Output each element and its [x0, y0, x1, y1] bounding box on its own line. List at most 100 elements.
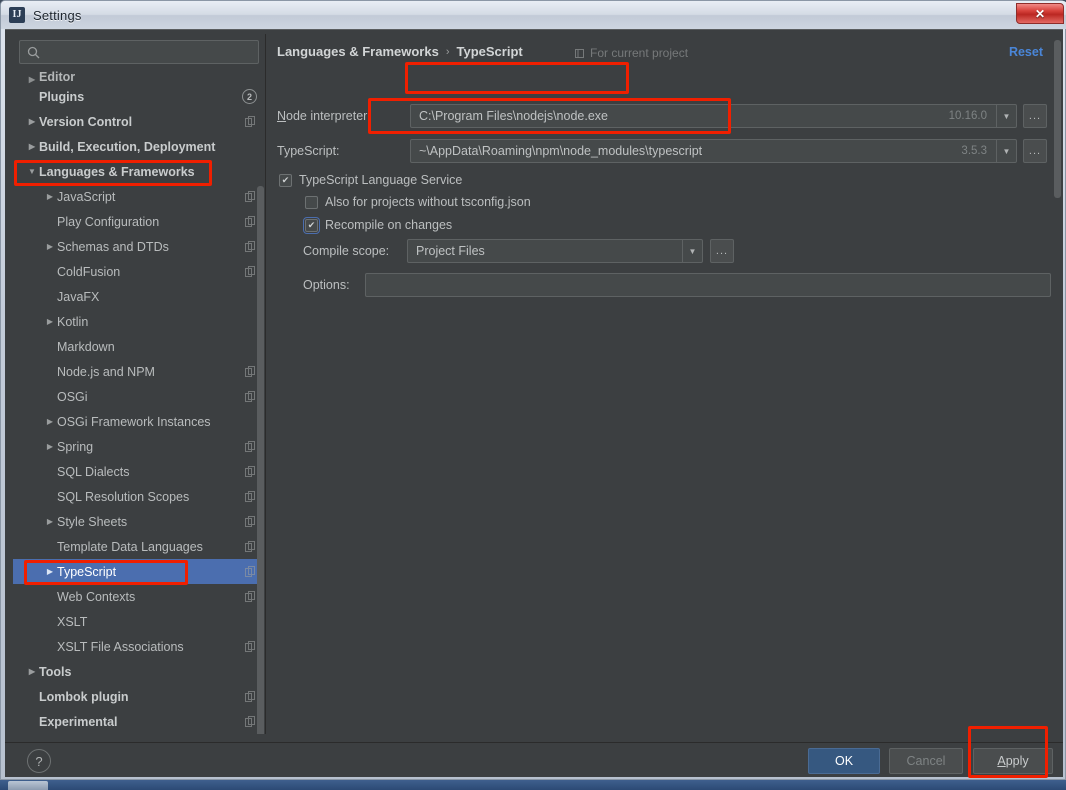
close-icon[interactable]: ✕: [1016, 3, 1064, 24]
sidebar-item-kotlin[interactable]: ▶ Kotlin: [13, 309, 265, 334]
apply-button[interactable]: Apply: [973, 748, 1053, 774]
node-interpreter-browse-button[interactable]: ...: [1023, 104, 1047, 128]
sidebar-item-osgi[interactable]: OSGi: [13, 384, 265, 409]
sidebar-item-label: OSGi: [57, 389, 88, 404]
sidebar-item-experimental[interactable]: Experimental: [13, 709, 265, 734]
search-input[interactable]: [42, 45, 258, 59]
compile-scope-value[interactable]: Project Files: [408, 244, 682, 258]
taskbar-item[interactable]: [8, 781, 48, 790]
chevron-right-icon[interactable]: ▶: [25, 667, 39, 676]
chevron-right-icon[interactable]: ▶: [43, 417, 57, 426]
pane-scrollbar-track[interactable]: [1054, 40, 1061, 720]
copy-settings-icon[interactable]: [242, 591, 258, 602]
sidebar-item-sql-dialects[interactable]: SQL Dialects: [13, 459, 265, 484]
compile-scope-browse-button[interactable]: ...: [710, 239, 734, 263]
also-without-tsconfig-checkbox[interactable]: [305, 195, 318, 209]
chevron-right-icon[interactable]: ▶: [43, 192, 57, 201]
options-input[interactable]: [365, 273, 1051, 297]
copy-settings-icon[interactable]: [242, 566, 258, 577]
cancel-button[interactable]: Cancel: [889, 748, 963, 774]
sidebar-item-label: XSLT: [57, 614, 88, 629]
sidebar-item-javafx[interactable]: JavaFX: [13, 284, 265, 309]
sidebar-item-web-contexts[interactable]: Web Contexts: [13, 584, 265, 609]
chevron-right-icon[interactable]: ▶: [43, 442, 57, 451]
copy-settings-icon[interactable]: [242, 116, 258, 127]
typescript-path-browse-button[interactable]: ...: [1023, 139, 1047, 163]
help-button[interactable]: ?: [27, 749, 51, 773]
pane-scrollbar-thumb[interactable]: [1054, 40, 1061, 198]
chevron-right-icon[interactable]: ▶: [43, 317, 57, 326]
sidebar-item-editor[interactable]: ▶ Editor: [13, 70, 265, 84]
chevron-right-icon[interactable]: ▶: [25, 117, 39, 126]
dialog-footer: ? OK Cancel Apply: [5, 742, 1063, 778]
sidebar-item-label: Style Sheets: [57, 514, 128, 529]
typescript-path-combo[interactable]: ~\AppData\Roaming\npm\node_modules\types…: [410, 139, 1017, 163]
chevron-right-icon[interactable]: ▶: [43, 567, 57, 576]
chevron-down-icon[interactable]: ▼: [682, 240, 702, 262]
sidebar-item-xslt-file-associations[interactable]: XSLT File Associations: [13, 634, 265, 659]
chevron-right-icon[interactable]: ▶: [25, 76, 39, 84]
chevron-right-icon[interactable]: ▶: [43, 517, 57, 526]
sidebar-item-node-js-and-npm[interactable]: Node.js and NPM: [13, 359, 265, 384]
search-box[interactable]: [19, 40, 259, 64]
also-without-tsconfig-checkbox-row[interactable]: Also for projects without tsconfig.json: [305, 195, 531, 209]
sidebar-item-typescript[interactable]: ▶ TypeScript: [13, 559, 265, 584]
sidebar-item-osgi-framework-instances[interactable]: ▶ OSGi Framework Instances: [13, 409, 265, 434]
chevron-down-icon[interactable]: ▼: [25, 167, 39, 176]
language-service-checkbox-row[interactable]: TypeScript Language Service: [279, 173, 462, 187]
copy-settings-icon[interactable]: [242, 391, 258, 402]
sidebar-item-languages-frameworks[interactable]: ▼ Languages & Frameworks: [13, 159, 265, 184]
sidebar-item-label: Languages & Frameworks: [39, 164, 195, 179]
chevron-down-icon[interactable]: ▼: [996, 140, 1016, 162]
chevron-right-icon[interactable]: ▶: [25, 142, 39, 151]
sidebar-item-javascript[interactable]: ▶ JavaScript: [13, 184, 265, 209]
copy-settings-icon[interactable]: [242, 466, 258, 477]
typescript-path-value[interactable]: ~\AppData\Roaming\npm\node_modules\types…: [411, 144, 961, 158]
chevron-right-icon[interactable]: ▶: [43, 242, 57, 251]
sidebar-item-coldfusion[interactable]: ColdFusion: [13, 259, 265, 284]
settings-tree[interactable]: ▶ Editor Plugins 2 ▶ Version Control ▶ Build, E…: [13, 70, 265, 734]
sidebar-item-label: Web Contexts: [57, 589, 136, 604]
sidebar-item-label: Markdown: [57, 339, 115, 354]
sidebar-item-schemas-and-dtds[interactable]: ▶ Schemas and DTDs: [13, 234, 265, 259]
sidebar-item-version-control[interactable]: ▶ Version Control: [13, 109, 265, 134]
sidebar-item-sql-resolution-scopes[interactable]: SQL Resolution Scopes: [13, 484, 265, 509]
copy-settings-icon[interactable]: [242, 716, 258, 727]
copy-settings-icon[interactable]: [242, 541, 258, 552]
breadcrumb-root[interactable]: Languages & Frameworks: [277, 44, 439, 59]
sidebar-item-tools[interactable]: ▶ Tools: [13, 659, 265, 684]
copy-settings-icon[interactable]: [242, 641, 258, 652]
copy-settings-icon[interactable]: [242, 491, 258, 502]
chevron-down-icon[interactable]: ▼: [996, 105, 1016, 127]
copy-settings-icon[interactable]: [242, 691, 258, 702]
node-interpreter-combo[interactable]: C:\Program Files\nodejs\node.exe 10.16.0…: [410, 104, 1017, 128]
copy-settings-icon[interactable]: [242, 191, 258, 202]
sidebar-item-build-execution-deployment[interactable]: ▶ Build, Execution, Deployment: [13, 134, 265, 159]
settings-dialog: ▶ Editor Plugins 2 ▶ Version Control ▶ Build, E…: [5, 29, 1063, 777]
sidebar-item-markdown[interactable]: Markdown: [13, 334, 265, 359]
copy-settings-icon[interactable]: [242, 241, 258, 252]
window-titlebar[interactable]: IJ Settings ✕: [1, 1, 1066, 29]
reset-link[interactable]: Reset: [1009, 45, 1043, 59]
sidebar-item-spring[interactable]: ▶ Spring: [13, 434, 265, 459]
compile-scope-combo[interactable]: Project Files ▼: [407, 239, 703, 263]
sidebar-item-lombok-plugin[interactable]: Lombok plugin: [13, 684, 265, 709]
sidebar-item-plugins[interactable]: Plugins 2: [13, 84, 265, 109]
sidebar-scrollbar-thumb[interactable]: [257, 186, 264, 734]
sidebar-item-template-data-languages[interactable]: Template Data Languages: [13, 534, 265, 559]
node-interpreter-value[interactable]: C:\Program Files\nodejs\node.exe: [411, 109, 949, 123]
copy-settings-icon[interactable]: [242, 366, 258, 377]
sidebar-item-play-configuration[interactable]: Play Configuration: [13, 209, 265, 234]
sidebar-scrollbar-track[interactable]: [257, 90, 265, 734]
copy-settings-icon[interactable]: [242, 441, 258, 452]
copy-settings-icon[interactable]: [242, 516, 258, 527]
sidebar-item-xslt[interactable]: XSLT: [13, 609, 265, 634]
recompile-on-changes-checkbox-row[interactable]: Recompile on changes: [303, 216, 452, 234]
sidebar-item-style-sheets[interactable]: ▶ Style Sheets: [13, 509, 265, 534]
ok-button[interactable]: OK: [808, 748, 880, 774]
language-service-checkbox[interactable]: [279, 173, 292, 187]
sidebar-item-label: Spring: [57, 439, 94, 454]
recompile-on-changes-checkbox[interactable]: [303, 216, 320, 234]
copy-settings-icon[interactable]: [242, 266, 258, 277]
copy-settings-icon[interactable]: [242, 216, 258, 227]
